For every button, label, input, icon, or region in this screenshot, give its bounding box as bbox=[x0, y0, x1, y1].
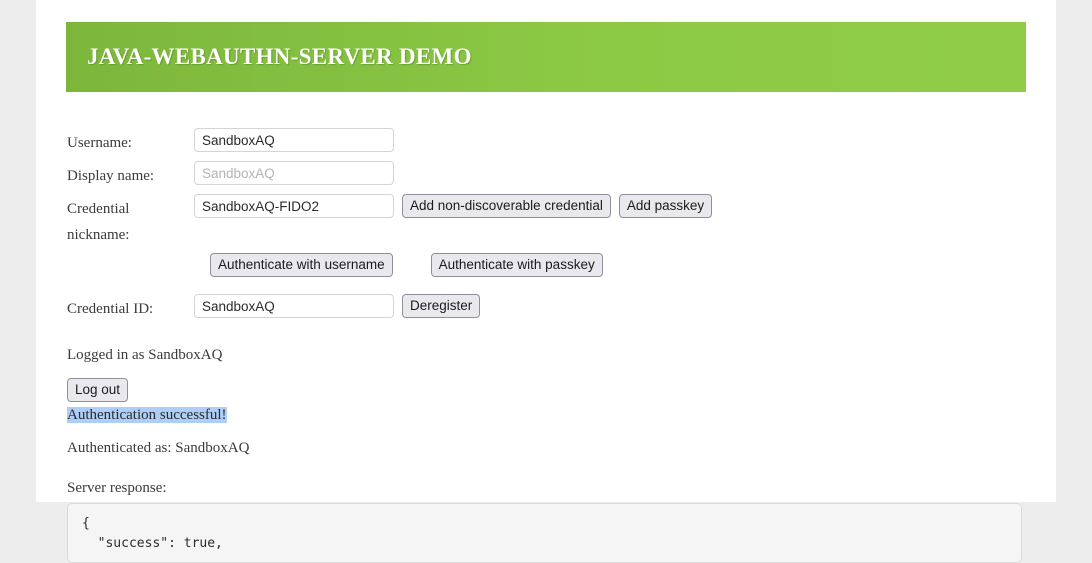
server-response-label: Server response: bbox=[67, 480, 167, 496]
page-title: JAVA-WEBAUTHN-SERVER DEMO bbox=[87, 44, 472, 69]
log-out-button[interactable]: Log out bbox=[67, 378, 129, 402]
main-content: Username: Display name: Credential nickn… bbox=[67, 128, 1047, 563]
deregister-button[interactable]: Deregister bbox=[402, 294, 481, 318]
authenticated-as-status: Authenticated as: SandboxAQ bbox=[67, 440, 250, 456]
page-container: JAVA-WEBAUTHN-SERVER DEMO Username: Disp… bbox=[36, 0, 1056, 563]
display-name-label: Display name: bbox=[67, 168, 155, 184]
row-spacer bbox=[67, 282, 1047, 294]
credential-id-label: Credential ID: bbox=[67, 301, 154, 317]
credential-nickname-input[interactable] bbox=[194, 194, 394, 218]
authenticate-with-passkey-button[interactable]: Authenticate with passkey bbox=[430, 253, 603, 277]
display-name-input[interactable] bbox=[194, 161, 394, 185]
deregister-button-group: Deregister bbox=[402, 294, 481, 318]
authenticate-with-username-button[interactable]: Authenticate with username bbox=[210, 253, 393, 277]
logout-button-wrap: Log out bbox=[67, 378, 1047, 402]
add-passkey-button[interactable]: Add passkey bbox=[618, 194, 713, 218]
credential-nickname-row: Credential nickname: Add non-discoverabl… bbox=[67, 194, 1047, 248]
username-input[interactable] bbox=[194, 128, 394, 152]
credential-nickname-label: Credential nickname: bbox=[67, 201, 130, 243]
credential-id-input[interactable] bbox=[194, 294, 394, 318]
app-banner: JAVA-WEBAUTHN-SERVER DEMO bbox=[66, 22, 1026, 92]
server-response-output: { "success": true, bbox=[67, 503, 1022, 563]
add-non-discoverable-credential-button[interactable]: Add non-discoverable credential bbox=[402, 194, 611, 218]
authentication-result-text: Authentication successful! bbox=[67, 407, 227, 423]
credential-id-row: Credential ID: Deregister bbox=[67, 294, 1047, 322]
display-name-row: Display name: bbox=[67, 161, 1047, 189]
username-row: Username: bbox=[67, 128, 1047, 156]
authentication-result-message: Authentication successful! bbox=[67, 407, 227, 424]
username-label: Username: bbox=[67, 135, 132, 151]
logged-in-status: Logged in as SandboxAQ bbox=[67, 347, 223, 363]
register-buttons-group: Add non-discoverable credential Add pass… bbox=[402, 194, 713, 218]
authenticate-buttons-group: Authenticate with username Authenticate … bbox=[67, 253, 1047, 277]
